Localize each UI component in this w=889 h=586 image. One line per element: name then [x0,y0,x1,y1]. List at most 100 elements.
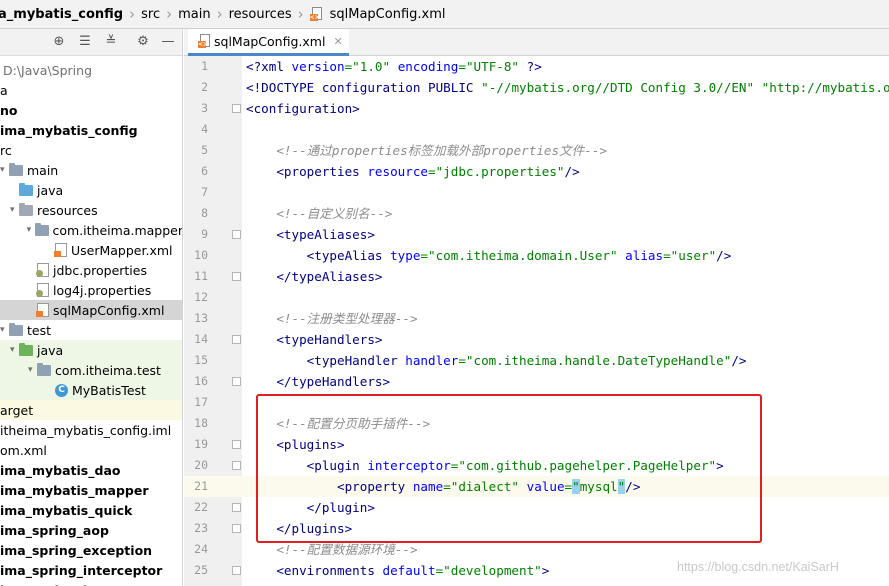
tree-item-label: sqlMapConfig.xml [53,302,165,318]
breadcrumb-item-file[interactable]: <> sqlMapConfig.xml [306,0,450,28]
fold-marker-icon[interactable] [232,272,241,281]
chevron-right-icon: › [129,5,136,23]
tree-item[interactable]: om.xml [0,440,182,460]
tree-item[interactable]: ima_mybatis_mapper [0,480,182,500]
fold-marker-icon[interactable] [232,335,241,344]
fold-marker-icon[interactable] [232,566,241,575]
line-number: 19 [194,437,208,451]
tree-item[interactable]: ima_mybatis_quick [0,500,182,520]
tree-item[interactable]: itheima_mybatis_config.iml [0,420,182,440]
code-line: <environments default="development"> [276,563,550,578]
tree-item-label: no [0,102,18,118]
java-class-icon: C [55,383,68,397]
expand-all-icon[interactable]: ☰ [77,34,93,50]
fold-marker-icon[interactable] [232,377,241,386]
tree-item-label: com.itheima.mapper [52,222,183,238]
tree-item[interactable]: ▾ resources [0,200,182,220]
properties-file-icon [36,263,49,277]
code-line: <typeAlias type="com.itheima.domain.User… [306,248,732,263]
tree-item[interactable]: UserMapper.xml [0,240,182,260]
breadcrumb-item-src[interactable]: src [137,0,164,28]
tree-item[interactable]: ▾ main [0,160,182,180]
tree-item[interactable]: ima_spring_aop [0,520,182,540]
tree-item[interactable]: ▾ com.itheima.test [0,360,182,380]
tree-item[interactable]: no [0,100,182,120]
line-number: 17 [194,395,208,409]
chevron-down-icon[interactable]: ▾ [0,165,9,175]
tree-item[interactable]: ima_mybatis_dao [0,460,182,480]
close-icon[interactable]: ✕ [333,35,342,48]
chevron-down-icon[interactable]: ▾ [10,345,19,355]
editor-tab-bar: <> sqlMapConfig.xml ✕ [184,29,889,56]
collapse-all-icon[interactable]: ≚ [103,34,119,50]
line-number: 10 [194,248,208,262]
gear-icon[interactable]: ⚙ [135,34,151,50]
code-line: <!--自定义别名--> [276,206,393,221]
fold-marker-icon[interactable] [232,104,241,113]
line-number: 4 [201,122,208,136]
chevron-right-icon: › [166,5,173,23]
fold-marker-icon[interactable] [232,440,241,449]
breadcrumb-item-resources[interactable]: resources [225,0,296,28]
code-line: <typeHandler handler="com.itheima.handle… [306,353,747,368]
tab-sqlmapconfig[interactable]: <> sqlMapConfig.xml ✕ [188,29,349,56]
code-line: </typeHandlers> [276,374,391,389]
fold-marker-icon[interactable] [232,503,241,512]
tab-label: sqlMapConfig.xml [214,33,326,49]
chevron-down-icon[interactable]: ▾ [28,365,37,375]
chevron-down-icon[interactable]: ▾ [10,205,19,215]
properties-file-icon [36,283,49,297]
chevron-down-icon[interactable]: ▾ [0,325,9,335]
line-number: 23 [194,521,208,535]
line-number: 1 [201,59,208,73]
tree-item[interactable]: rc [0,140,182,160]
folder-icon [19,202,33,216]
tree-item-label: D:\Java\Spring [3,62,93,78]
tree-item[interactable]: a [0,80,182,100]
tree-item[interactable]: ▾ com.itheima.mapper [0,220,183,240]
line-number: 7 [201,185,208,199]
tree-item[interactable]: ima_mybatis_config [0,120,182,140]
code-line: <configuration> [246,101,360,116]
tree-item-label: ima_mybatis_dao [0,462,121,478]
line-number: 20 [194,458,208,472]
watermark: https://blog.csdn.net/KaiSarH [677,560,839,574]
tree-item-label: ima_spring_interceptor [0,562,163,578]
line-number: 5 [201,143,208,157]
chevron-down-icon[interactable]: ▾ [27,225,36,235]
xml-file-icon [36,303,49,317]
folder-icon [9,322,23,336]
line-number: 8 [201,206,208,220]
line-number: 24 [194,542,208,556]
tree-item[interactable]: ima_spring_ioc [0,580,182,586]
minimize-icon[interactable]: — [160,34,176,50]
tree-item[interactable]: D:\Java\Spring [0,60,182,80]
fold-marker-icon[interactable] [232,230,241,239]
tree-item-label: MyBatisTest [72,382,146,398]
line-number: 9 [201,227,208,241]
tree-item[interactable]: arget [0,400,182,420]
breadcrumb-item-module[interactable]: a_mybatis_config [0,0,127,28]
tree-item-label: ima_spring_exception [0,542,153,558]
project-toolbar: ⊕ ☰ ≚ ⚙ — [0,29,182,56]
tree-item[interactable]: log4j.properties [0,280,182,300]
crosshair-icon[interactable]: ⊕ [51,34,67,50]
line-number: 2 [201,80,208,94]
fold-marker-icon[interactable] [232,461,241,470]
tree-item[interactable]: jdbc.properties [0,260,182,280]
tree-item[interactable]: ▾ java [0,340,182,360]
tree-item[interactable]: C MyBatisTest [0,380,182,400]
fold-marker-icon[interactable] [232,524,241,533]
line-number: 3 [201,101,208,115]
breadcrumb-item-main[interactable]: main [174,0,214,28]
tree-item[interactable]: ima_spring_exception [0,540,182,560]
folder-icon [35,222,49,236]
line-number: 14 [194,332,208,346]
tree-item[interactable]: java [0,180,182,200]
tree-item-label: rc [0,142,12,158]
tree-item-label: com.itheima.test [55,362,161,378]
tree-item[interactable]: ▾ test [0,320,182,340]
tree-item[interactable]: ima_spring_interceptor [0,560,182,580]
tree-item[interactable]: sqlMapConfig.xml [0,300,182,320]
xml-file-icon [54,243,67,257]
